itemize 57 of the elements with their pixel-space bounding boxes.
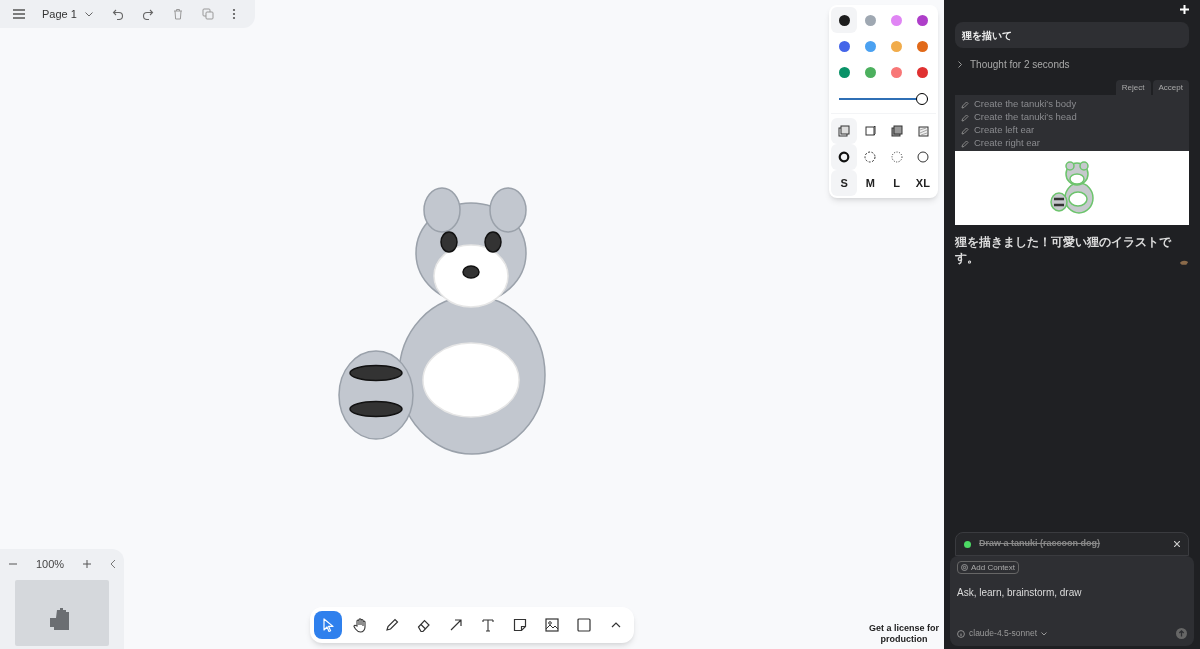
hand-icon bbox=[352, 617, 368, 633]
color-swatch[interactable] bbox=[831, 7, 858, 33]
chevron-left-icon[interactable] bbox=[110, 559, 116, 569]
eraser-icon bbox=[416, 617, 432, 633]
note-icon bbox=[512, 617, 528, 633]
info-icon bbox=[957, 629, 965, 638]
size-button[interactable]: XL bbox=[909, 170, 936, 196]
undo-icon[interactable] bbox=[111, 8, 124, 20]
menu-icon[interactable] bbox=[12, 8, 26, 20]
image-icon bbox=[544, 617, 560, 633]
chevron-down-icon bbox=[84, 11, 93, 17]
squares-icon bbox=[864, 125, 877, 137]
at-icon bbox=[961, 564, 968, 571]
squares-icon bbox=[838, 125, 851, 137]
chevron-right-icon[interactable] bbox=[958, 61, 962, 68]
zoom-level[interactable]: 100% bbox=[35, 555, 65, 573]
square-icon bbox=[576, 617, 592, 633]
squares-icon bbox=[916, 125, 929, 137]
user-message: 狸を描いて bbox=[955, 22, 1189, 48]
action-button[interactable]: Reject bbox=[1115, 80, 1151, 95]
trash-icon[interactable] bbox=[171, 8, 184, 20]
add-context-button[interactable]: Add Context bbox=[957, 561, 1020, 574]
zoom-in-icon[interactable] bbox=[82, 559, 93, 569]
circle-icon bbox=[890, 151, 903, 163]
task-title: Draw a tanuki (raccoon dog) bbox=[979, 537, 1102, 551]
duplicate-icon[interactable] bbox=[201, 8, 214, 20]
circle-icon bbox=[864, 151, 877, 163]
more-icon[interactable] bbox=[231, 8, 236, 20]
pencil-icon bbox=[384, 617, 400, 633]
size-button[interactable]: L bbox=[883, 170, 910, 196]
circle-icon bbox=[916, 151, 929, 163]
text-icon bbox=[480, 617, 496, 633]
prompt-input[interactable]: Ask, learn, brainstorm, draw bbox=[957, 585, 1187, 600]
step-item: Create the tanuki's head bbox=[974, 110, 1077, 125]
size-button[interactable]: M bbox=[857, 170, 884, 196]
step-item: Create right ear bbox=[974, 136, 1040, 151]
arrow-icon bbox=[448, 617, 464, 633]
action-button[interactable]: Accept bbox=[1152, 80, 1189, 95]
close-icon[interactable] bbox=[1174, 541, 1180, 547]
redo-icon[interactable] bbox=[141, 8, 154, 20]
send-icon[interactable] bbox=[1176, 628, 1187, 640]
thought-toggle[interactable]: Thought for 2 seconds bbox=[970, 57, 1070, 72]
step-item: Create the tanuki's body bbox=[974, 97, 1077, 112]
license-link[interactable]: Get a license for production bbox=[864, 623, 944, 645]
chevron-down-icon bbox=[1041, 631, 1048, 636]
minimap[interactable] bbox=[15, 580, 109, 646]
step-item: Create left ear bbox=[974, 123, 1035, 138]
squares-icon bbox=[890, 125, 903, 137]
cursor-icon bbox=[320, 617, 336, 633]
size-button[interactable]: S bbox=[831, 170, 858, 196]
plus-icon[interactable] bbox=[1180, 5, 1189, 14]
circle-icon bbox=[838, 151, 851, 163]
model-selector[interactable]: claude-4.5-sonnet bbox=[957, 627, 1048, 640]
page-dropdown[interactable]: Page 1 bbox=[34, 5, 101, 23]
opacity-slider[interactable] bbox=[839, 92, 928, 106]
fill-style-button[interactable] bbox=[831, 118, 858, 144]
assistant-reply: 狸を描きました！可愛い狸のイラストです。 bbox=[955, 234, 1173, 266]
